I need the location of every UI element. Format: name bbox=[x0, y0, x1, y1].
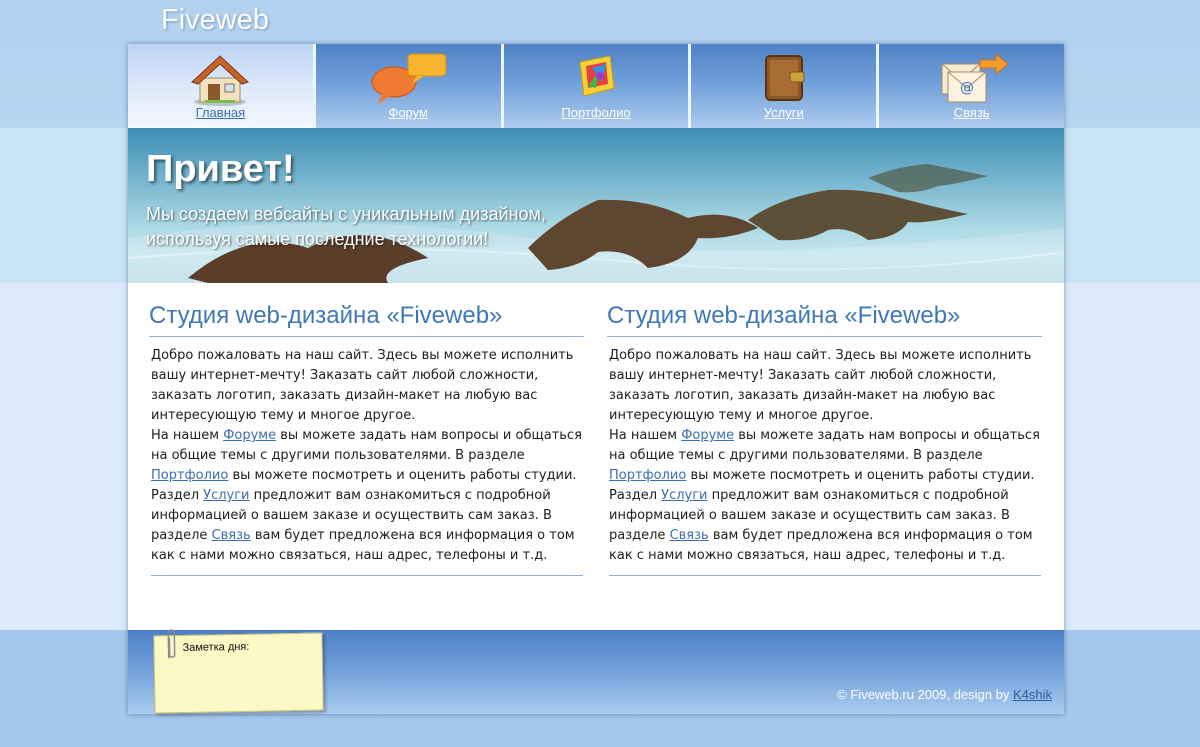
copyright: © Fiveweb.ru 2009, design by K4shik bbox=[837, 687, 1052, 702]
banner-subtitle: Мы создаем вебсайты с уникальным дизайно… bbox=[146, 204, 546, 249]
page-footer: Заметка дня: © Fiveweb.ru 2009, design b… bbox=[128, 629, 1064, 714]
forum-link[interactable]: Форуме bbox=[223, 428, 276, 443]
nav-item-contact[interactable]: @ Связь bbox=[876, 44, 1064, 128]
contact-link[interactable]: Связь bbox=[670, 528, 709, 543]
column-divider bbox=[151, 575, 583, 576]
nav-item-forum[interactable]: Форум bbox=[312, 44, 501, 128]
banner-title: Привет! bbox=[146, 148, 295, 190]
nav-label-services: Услуги bbox=[763, 105, 804, 120]
contact-link[interactable]: Связь bbox=[212, 528, 251, 543]
content-column-right: Студия web-дизайна «Fiveweb» Добро пожал… bbox=[606, 302, 1042, 576]
forum-link[interactable]: Форуме bbox=[681, 428, 734, 443]
copyright-text: © Fiveweb.ru 2009, design by bbox=[837, 687, 1013, 702]
nav-item-home[interactable]: Главная bbox=[128, 44, 313, 128]
sections-paragraph: На нашем Форуме вы можете задать нам воп… bbox=[151, 426, 584, 566]
chat-bubbles-icon bbox=[371, 53, 447, 104]
note-of-the-day: Заметка дня: bbox=[153, 629, 324, 714]
welcome-paragraph: Добро пожаловать на наш сайт. Здесь вы м… bbox=[151, 348, 574, 423]
site-logo[interactable]: Fiveweb bbox=[161, 4, 269, 37]
portfolio-link[interactable]: Портфолио bbox=[151, 468, 228, 483]
hero-banner: Привет! Мы создаем вебсайты с уникальным… bbox=[128, 128, 1064, 283]
text-fragment: На нашем bbox=[609, 428, 682, 443]
nav-label-forum: Форум bbox=[388, 105, 428, 120]
wallet-icon bbox=[764, 55, 805, 101]
nav-label-portfolio: Портфолио bbox=[561, 105, 631, 120]
column-title: Студия web-дизайна «Fiveweb» bbox=[149, 302, 584, 337]
column-divider bbox=[609, 575, 1041, 576]
svg-text:@: @ bbox=[960, 80, 974, 96]
text-fragment: На нашем bbox=[151, 428, 224, 443]
page-frame: Главная Форум Портфолио Услуги @ Связь П… bbox=[128, 44, 1064, 714]
nav-item-services[interactable]: Услуги bbox=[688, 44, 877, 128]
paperclip-icon bbox=[167, 629, 176, 659]
main-nav: Главная Форум Портфолио Услуги @ Связь bbox=[128, 44, 1064, 128]
column-title: Студия web-дизайна «Fiveweb» bbox=[607, 302, 1042, 337]
column-text: Добро пожаловать на наш сайт. Здесь вы м… bbox=[151, 346, 584, 566]
note-label: Заметка дня: bbox=[182, 640, 250, 654]
home-icon bbox=[191, 55, 250, 106]
nav-item-portfolio[interactable]: Портфолио bbox=[500, 44, 689, 128]
mail-icon: @ bbox=[941, 52, 1009, 103]
services-link[interactable]: Услуги bbox=[661, 488, 707, 503]
nav-label-contact: Связь bbox=[953, 105, 990, 120]
palette-icon bbox=[579, 55, 615, 97]
designer-link[interactable]: K4shik bbox=[1013, 687, 1052, 702]
content-column-left: Студия web-дизайна «Fiveweb» Добро пожал… bbox=[148, 302, 584, 576]
services-link[interactable]: Услуги bbox=[203, 488, 249, 503]
portfolio-link[interactable]: Портфолио bbox=[609, 468, 686, 483]
welcome-paragraph: Добро пожаловать на наш сайт. Здесь вы м… bbox=[609, 348, 1032, 423]
nav-label-home: Главная bbox=[195, 105, 246, 120]
sections-paragraph: На нашем Форуме вы можете задать нам воп… bbox=[609, 426, 1042, 566]
column-text: Добро пожаловать на наш сайт. Здесь вы м… bbox=[609, 346, 1042, 566]
